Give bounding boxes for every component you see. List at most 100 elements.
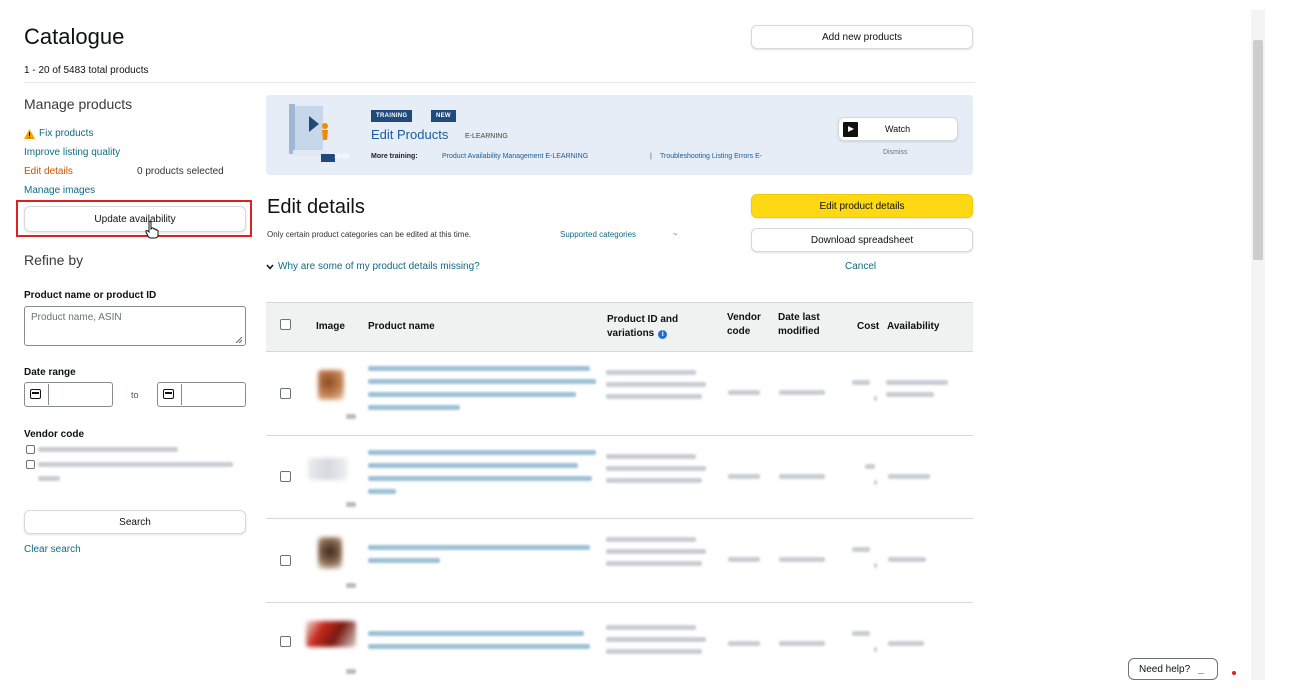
calendar-icon [30, 389, 41, 399]
thumb-caption [346, 414, 356, 419]
col-product-id-line2: variations i [607, 327, 668, 341]
select-all-checkbox[interactable] [280, 319, 291, 330]
product-name-redacted[interactable] [368, 631, 584, 636]
product-id-redacted [606, 649, 702, 654]
table-row[interactable] [266, 603, 973, 683]
download-spreadsheet-button[interactable]: Download spreadsheet [751, 228, 973, 252]
training-title-link[interactable]: Edit Products [371, 127, 448, 142]
date-redacted [779, 474, 825, 479]
product-filter-input[interactable]: Product name, ASIN [24, 306, 246, 346]
row-checkbox[interactable] [280, 388, 291, 399]
products-selected-count: 0 products selected [137, 166, 224, 177]
more-training-link-2[interactable]: Troubleshooting Listing Errors E- [660, 153, 762, 160]
product-count: 1 - 20 of 5483 total products [24, 65, 149, 76]
product-id-redacted [606, 382, 706, 387]
minimize-icon: _ [1198, 663, 1204, 675]
manage-products-heading: Manage products [24, 96, 133, 112]
fix-products-link[interactable]: Fix products [24, 128, 93, 139]
vendor-checkbox[interactable] [26, 460, 35, 469]
need-help-label: Need help? [1139, 663, 1191, 675]
availability-redacted [886, 392, 934, 397]
watch-label: Watch [885, 124, 911, 134]
play-icon [843, 122, 858, 137]
dismiss-link[interactable]: Dismiss [883, 149, 908, 156]
thumb-caption [346, 669, 356, 674]
cost-redacted [874, 396, 877, 401]
product-id-redacted [606, 537, 696, 542]
col-vendor-2: code [727, 326, 751, 337]
cost-redacted [874, 480, 877, 485]
cost-redacted [874, 647, 877, 652]
product-name-redacted [368, 489, 396, 494]
watch-button[interactable]: Watch [838, 117, 958, 141]
thumb-caption [346, 583, 356, 588]
refine-by-heading: Refine by [24, 252, 84, 268]
product-name-redacted[interactable] [368, 545, 590, 550]
product-name-redacted [368, 463, 578, 468]
scrollbar-thumb[interactable] [1253, 40, 1263, 260]
thumb-caption [346, 502, 356, 507]
edit-product-details-button[interactable]: Edit product details [751, 194, 973, 218]
edit-details-link[interactable]: Edit details [24, 166, 73, 177]
product-thumbnail[interactable] [308, 458, 348, 480]
col-image: Image [316, 321, 345, 332]
warning-icon [24, 128, 35, 139]
product-thumbnail[interactable] [318, 537, 342, 569]
manage-images-link[interactable]: Manage images [24, 185, 95, 196]
improve-listing-quality-link[interactable]: Improve listing quality [24, 147, 120, 158]
missing-details-link: Why are some of my product details missi… [278, 261, 480, 272]
product-name-redacted [368, 644, 590, 649]
date-redacted [779, 557, 825, 562]
product-name-redacted [368, 476, 592, 481]
product-name-redacted[interactable] [368, 450, 596, 455]
table-row[interactable] [266, 352, 973, 435]
product-id-redacted [606, 394, 702, 399]
more-training-link-1[interactable]: Product Availability Management E-LEARNI… [442, 153, 588, 160]
product-thumbnail[interactable] [318, 370, 344, 400]
cost-redacted [852, 547, 870, 552]
supported-categories-link[interactable]: Supported categories [560, 230, 636, 239]
fix-products-label: Fix products [39, 128, 94, 139]
product-name-redacted [368, 392, 576, 397]
vendor-checkbox[interactable] [26, 445, 35, 454]
product-id-redacted [606, 625, 696, 630]
row-checkbox[interactable] [280, 555, 291, 566]
col-product-name[interactable]: Product name [368, 320, 435, 334]
cost-redacted [852, 380, 870, 385]
resize-handle-icon [236, 337, 242, 343]
vendor-code-redacted [728, 641, 760, 646]
product-id-redacted [606, 561, 702, 566]
calendar-icon [163, 389, 174, 399]
table-row[interactable] [266, 436, 973, 518]
col-vendor: Vendor [727, 312, 761, 323]
missing-details-toggle[interactable]: Why are some of my product details missi… [266, 261, 480, 272]
more-training-label: More training: [371, 153, 418, 160]
need-help-button[interactable]: Need help? _ [1128, 658, 1218, 680]
expand-icon[interactable]: ~ [673, 230, 678, 239]
date-divider [48, 384, 49, 405]
hand-cursor-icon [145, 221, 159, 239]
cost-redacted [874, 563, 877, 568]
row-checkbox[interactable] [280, 636, 291, 647]
product-id-redacted [606, 549, 706, 554]
vendor-name-redacted [38, 447, 178, 452]
col-product-id: Product ID and [607, 314, 679, 325]
video-duration: 10:00 [334, 154, 350, 160]
edit-details-note: Only certain product categories can be e… [267, 230, 472, 239]
product-name-redacted [368, 405, 460, 410]
update-availability-button[interactable]: Update availability [24, 206, 246, 232]
col-date-2: modified [778, 326, 820, 337]
row-checkbox[interactable] [280, 471, 291, 482]
product-name-redacted [368, 379, 596, 384]
clear-search-link[interactable]: Clear search [24, 544, 81, 555]
product-name-redacted[interactable] [368, 366, 590, 371]
product-id-redacted [606, 454, 696, 459]
product-thumbnail[interactable] [306, 621, 356, 647]
info-icon[interactable]: i [658, 329, 668, 339]
table-row[interactable] [266, 519, 973, 602]
cancel-link[interactable]: Cancel [845, 261, 876, 272]
date-range-label: Date range [24, 367, 76, 378]
col-date: Date last [778, 312, 820, 323]
search-button[interactable]: Search [24, 510, 246, 534]
add-new-products-button[interactable]: Add new products [751, 25, 973, 49]
